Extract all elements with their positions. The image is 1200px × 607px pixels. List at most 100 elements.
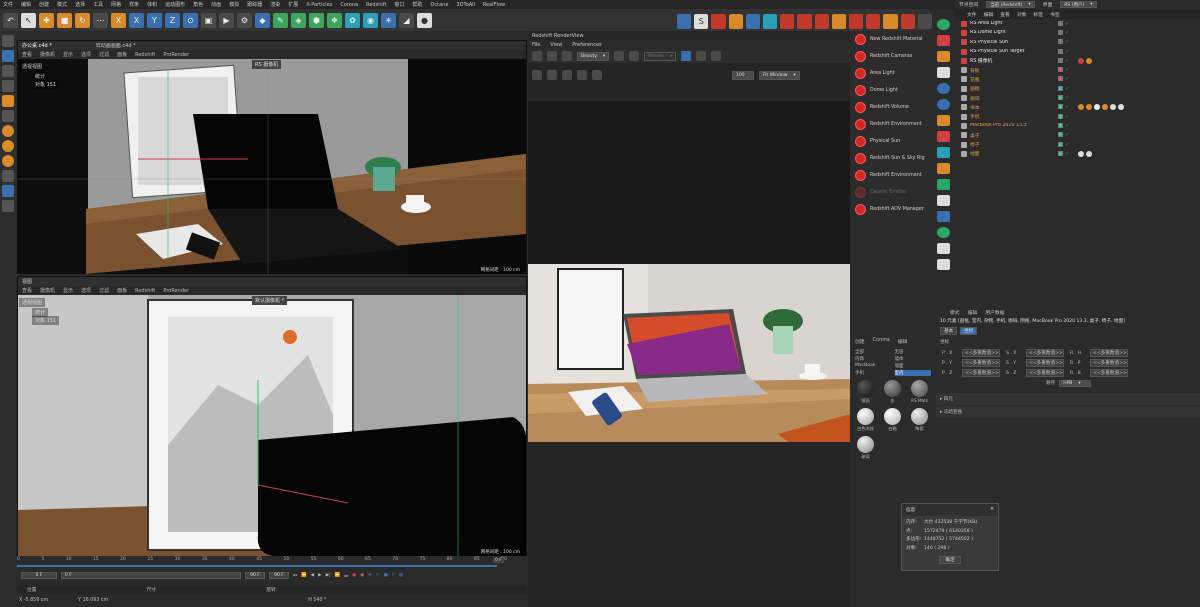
axis-x-lock-icon[interactable]: X [129, 12, 144, 28]
material-swatch[interactable]: 镜面 [854, 380, 877, 404]
camera2-label[interactable]: 默认摄像机 * [252, 296, 288, 305]
mat-menu-item-0[interactable]: 创建 [855, 338, 865, 345]
rv-lock-icon[interactable] [711, 51, 722, 61]
palette-icon-9[interactable] [936, 147, 950, 158]
object-row[interactable]: 地面 ✓ [955, 149, 1200, 158]
zoom-field[interactable]: 100 [732, 70, 754, 80]
menu-item-3[interactable]: 模式 [57, 1, 67, 8]
material-swatch[interactable]: 白色木纹 [854, 408, 877, 432]
object-flags[interactable]: ✓ [1058, 95, 1078, 101]
palette-icon-11[interactable] [936, 179, 950, 190]
object-row[interactable]: 椅子 ✓ [955, 140, 1200, 149]
rv-clear-icon[interactable] [577, 70, 587, 80]
coord-field[interactable]: <<多重数值>> [1026, 369, 1064, 377]
visibility-check-icon[interactable]: ✓ [1065, 123, 1069, 129]
visibility-check-icon[interactable]: ✓ [1065, 30, 1069, 36]
plugin-icon-8[interactable] [797, 13, 812, 29]
menu-item-16[interactable]: X-Particles [306, 2, 332, 8]
cloner-icon[interactable]: ⬢ [309, 12, 324, 28]
attr-menu-item-2[interactable]: 用户数据 [985, 309, 1004, 316]
palette-icon-7[interactable] [936, 115, 950, 126]
redshift-menu-item[interactable]: Physical Sun [851, 133, 933, 150]
coord-field[interactable]: <<多重数值>> [1090, 349, 1128, 357]
goto-start-icon[interactable]: ⏮ [293, 573, 297, 579]
rv-menu-item-2[interactable]: Preferences [572, 42, 601, 48]
coord-field[interactable]: <<多重数值>> [962, 369, 1000, 377]
palette-icon-4[interactable] [936, 67, 950, 78]
menu-item-15[interactable]: 扩展 [288, 1, 298, 8]
plugin-icon-10[interactable] [831, 13, 847, 29]
object-name[interactable]: RS Physical Sun Target [970, 49, 1058, 54]
viewport-menu-item-5[interactable]: 面板 [117, 287, 127, 294]
visibility-check-icon[interactable]: ✓ [1065, 104, 1069, 110]
palette-icon-8[interactable] [936, 131, 950, 142]
material-tag-icon[interactable] [1118, 104, 1124, 111]
key-param-icon[interactable]: P [392, 573, 395, 578]
deformer-icon[interactable]: ❖ [327, 12, 342, 28]
visibility-check-icon[interactable]: ✓ [1065, 49, 1069, 55]
rv-color-icon[interactable] [696, 51, 707, 61]
move-icon[interactable]: ✚ [39, 12, 54, 28]
redshift-menu-item[interactable]: Redshift Volume [851, 99, 933, 116]
redshift-menu-item[interactable]: Redshift Environment [851, 167, 933, 184]
visibility-check-icon[interactable]: ✓ [1065, 21, 1069, 27]
material-tag-icon[interactable] [1086, 104, 1092, 111]
menu-item-12[interactable]: 模拟 [229, 1, 239, 8]
pos-y-field[interactable]: Y 16.093 cm [78, 598, 108, 606]
object-name[interactable]: 咖啡 [970, 95, 1058, 102]
mat-filter-2[interactable]: 内饰 [855, 356, 892, 362]
object-flags[interactable]: ✓ [1058, 57, 1078, 64]
menu-item-14[interactable]: 渲染 [270, 1, 280, 8]
plugin-icon-2[interactable]: S [694, 13, 709, 29]
plugin-icon-14[interactable] [900, 13, 915, 29]
coord-field[interactable]: <<多重数值>> [1090, 369, 1128, 377]
material-swatch[interactable]: 玻璃 [854, 436, 877, 460]
object-row[interactable]: 桌子 ✓ [955, 131, 1200, 140]
frame-box[interactable]: 0 F [493, 558, 504, 563]
attr-tab-basic[interactable]: 基本 [940, 327, 958, 335]
rv-copy-icon[interactable] [562, 70, 572, 80]
palette-icon-16[interactable] [936, 259, 950, 270]
scale-icon[interactable]: ■ [57, 12, 72, 28]
object-name[interactable]: RS Dome Light [970, 30, 1058, 35]
redshift-menu-item[interactable]: Caustic Emitter [851, 184, 933, 201]
timeline-ruler[interactable]: 0 5 10 15 20 25 30 35 40 45 50 55 60 65 70 75 80 85 90 [17, 557, 507, 565]
light-icon[interactable]: ☀ [381, 12, 396, 28]
material-tag-icon[interactable] [1086, 150, 1092, 157]
camera-label[interactable]: RS 摄像机 [252, 60, 282, 69]
object-row[interactable]: 画框 ✓ [955, 84, 1200, 93]
tag-icon[interactable] [1078, 57, 1084, 64]
coord-field[interactable]: <<多重数值>> [1026, 359, 1064, 367]
viewport-menu-item-1[interactable]: 摄像机 [40, 51, 55, 58]
pen-icon[interactable]: ✎ [273, 12, 288, 28]
object-flags[interactable]: ✓ [1058, 48, 1078, 55]
render-view-icon[interactable]: ▣ [201, 12, 216, 28]
start-frame-field[interactable]: 0 F [21, 572, 57, 579]
menu-item-23[interactable]: RealFlow [483, 2, 505, 8]
object-name[interactable]: 手机 [970, 113, 1058, 120]
visibility-check-icon[interactable]: ✓ [1065, 76, 1069, 82]
object-row[interactable]: RS Area Light ✓ [955, 19, 1200, 28]
object-flags[interactable]: ✓ [1058, 29, 1078, 36]
workplane-icon[interactable] [2, 155, 14, 167]
viewport-menu-item-4[interactable]: 过滤 [99, 287, 109, 294]
rv-start-icon[interactable] [532, 51, 542, 61]
object-name[interactable]: 书本 [970, 104, 1058, 111]
plugin-icon-7[interactable] [780, 13, 795, 29]
mat-menu-item-1[interactable]: Corona [873, 338, 890, 345]
plugin-icon-13[interactable] [883, 13, 898, 29]
grid-icon[interactable] [2, 185, 14, 197]
fit-window-select[interactable]: Fit Window ▾ [759, 70, 800, 80]
palette-icon-15[interactable] [936, 243, 950, 254]
rv-menu-item-0[interactable]: File [532, 42, 540, 48]
object-row[interactable]: RS 摄像机 ✓ [955, 56, 1200, 65]
object-flags[interactable]: ✓ [1058, 104, 1078, 110]
palette-icon-14[interactable] [936, 227, 950, 238]
prev-key-icon[interactable]: ⏪ [301, 573, 307, 578]
visibility-check-icon[interactable]: ✓ [1065, 142, 1069, 148]
menu-item-7[interactable]: 样条 [129, 1, 139, 8]
object-name[interactable]: RS Area Light [970, 21, 1058, 26]
viewport-menu-item-5[interactable]: 面板 [117, 51, 127, 58]
interface-select[interactable]: RS (用户) ▾ [1060, 1, 1097, 8]
mat-menu-item-2[interactable]: 编辑 [898, 338, 908, 345]
